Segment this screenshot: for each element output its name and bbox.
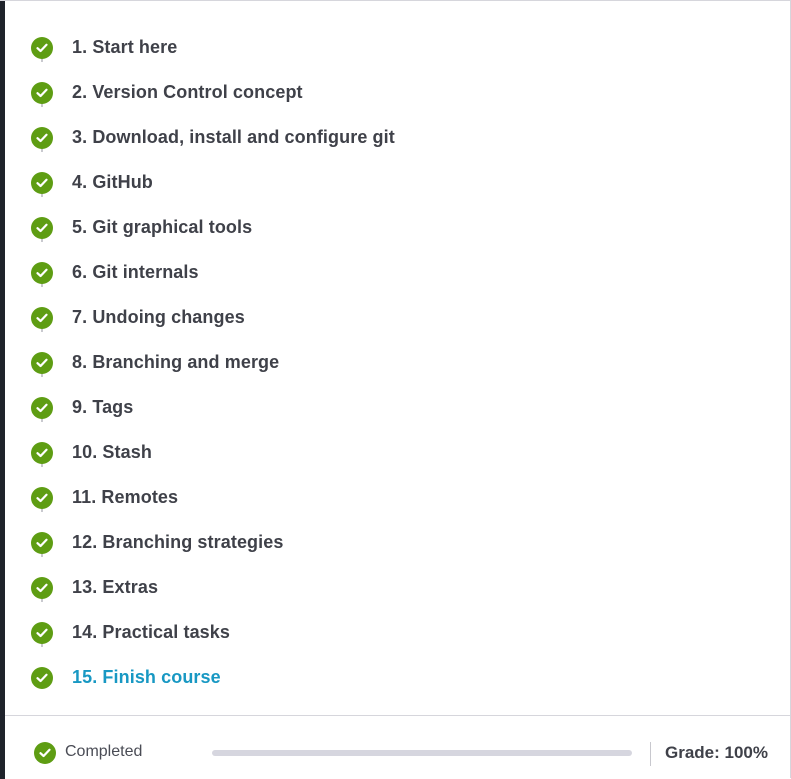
check-circle-icon <box>31 486 53 509</box>
lesson-title[interactable]: 4. GitHub <box>72 172 153 193</box>
check-circle-icon <box>34 742 56 764</box>
lesson-title[interactable]: 12. Branching strategies <box>72 532 283 553</box>
check-circle-icon <box>31 36 53 59</box>
lesson-title[interactable]: 9. Tags <box>72 397 133 418</box>
lesson-title[interactable]: 13. Extras <box>72 577 158 598</box>
check-circle-icon <box>31 576 53 599</box>
course-outline-panel: 1. Start here 2. Version Control concept… <box>0 0 791 779</box>
check-circle-icon <box>31 306 53 329</box>
grade-label: Grade: 100% <box>665 743 768 762</box>
course-progress-fill <box>212 750 632 756</box>
lesson-title[interactable]: 14. Practical tasks <box>72 622 230 643</box>
completion-status-label: Completed <box>65 743 143 760</box>
check-circle-icon <box>31 81 53 104</box>
lesson-title[interactable]: 8. Branching and merge <box>72 352 279 373</box>
check-circle-icon <box>31 396 53 419</box>
check-circle-icon <box>31 261 53 284</box>
check-circle-icon <box>31 171 53 194</box>
check-circle-icon <box>31 351 53 374</box>
course-progress-bar <box>212 750 632 756</box>
lesson-title[interactable]: 7. Undoing changes <box>72 307 245 328</box>
check-circle-icon <box>31 441 53 464</box>
check-circle-icon <box>31 216 53 239</box>
check-circle-icon <box>31 531 53 554</box>
lesson-title[interactable]: 11. Remotes <box>72 487 178 508</box>
lesson-title[interactable]: 6. Git internals <box>72 262 199 283</box>
lesson-title[interactable]: 2. Version Control concept <box>72 82 303 103</box>
check-circle-icon <box>31 666 53 689</box>
lesson-title[interactable]: 3. Download, install and configure git <box>72 127 395 148</box>
check-circle-icon <box>31 621 53 644</box>
lesson-title[interactable]: 15. Finish course <box>72 667 221 688</box>
check-circle-icon <box>31 126 53 149</box>
lesson-title[interactable]: 1. Start here <box>72 37 177 58</box>
lesson-title[interactable]: 10. Stash <box>72 442 152 463</box>
course-status-footer: Completed Grade: 100% <box>5 715 790 779</box>
footer-divider <box>650 742 651 766</box>
lesson-title[interactable]: 5. Git graphical tools <box>72 217 252 238</box>
left-edge-bar <box>0 1 5 779</box>
